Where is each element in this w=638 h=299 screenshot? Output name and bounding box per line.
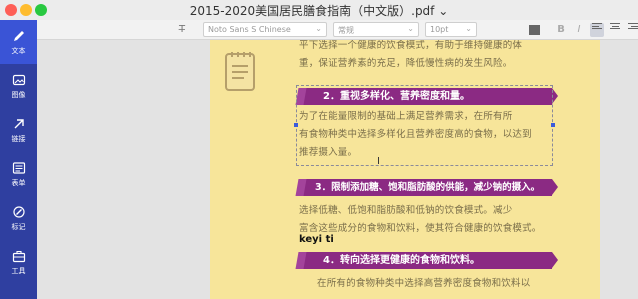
text-cursor-icon: I — [377, 156, 380, 167]
format-toolbar: T̶ Noto Sans S Chinese ⌄ 常规 ⌄ 10pt ⌄ B I — [37, 20, 638, 40]
title-bar: 2015-2020美国居民膳食指南（中文版）.pdf ⌄ — [0, 0, 638, 20]
marker-icon — [12, 205, 25, 218]
align-right-icon — [628, 23, 638, 32]
image-icon — [12, 74, 25, 85]
notepad-icon — [225, 52, 255, 91]
input-method-text: keyi ti — [299, 234, 334, 245]
sidebar: 文本 图像 链接 表单 标记 工具 — [0, 20, 37, 299]
sidebar-item-label: 链接 — [11, 134, 26, 143]
sidebar-item-label: 工具 — [11, 266, 26, 275]
text-color-swatch[interactable] — [529, 25, 540, 35]
italic-button[interactable]: I — [572, 23, 586, 37]
heading-banner-4[interactable]: 4．转向选择更健康的食物和饮料。 — [295, 252, 558, 269]
sidebar-item-image[interactable]: 图像 — [0, 64, 37, 108]
chevron-updown-icon: ⌄ — [315, 24, 322, 33]
pdf-page[interactable]: 平下选择一个健康的饮食模式，有助于维持健康的体 重，保证营养素的充足，降低慢性病… — [210, 40, 600, 299]
form-icon — [12, 161, 25, 174]
toolbox-icon — [12, 250, 25, 262]
font-family-value: Noto Sans S Chinese — [208, 25, 291, 34]
heading-text: 3．限制添加糖、饱和脂肪酸的供能，减少钠的摄入。 — [315, 182, 541, 193]
align-center-button[interactable] — [608, 23, 622, 37]
sidebar-item-marker[interactable]: 标记 — [0, 196, 37, 240]
text-selection-box[interactable] — [294, 85, 555, 166]
sidebar-item-label: 文本 — [11, 46, 26, 55]
sidebar-item-label: 图像 — [11, 90, 26, 99]
chevron-updown-icon: ⌄ — [465, 24, 472, 33]
banner-tip — [552, 252, 558, 268]
paragraph-intro[interactable]: 平下选择一个健康的饮食模式，有助于维持健康的体 重，保证营养素的充足，降低慢性病… — [299, 40, 522, 73]
banner-tab — [295, 252, 307, 269]
banner-tip — [552, 179, 558, 195]
banner-tab — [295, 179, 307, 196]
chevron-updown-icon: ⌄ — [407, 24, 414, 33]
sidebar-item-tools[interactable]: 工具 — [0, 240, 37, 284]
sidebar-item-form[interactable]: 表单 — [0, 152, 37, 196]
pencil-icon — [13, 30, 24, 41]
font-style-select[interactable]: 常规 ⌄ — [333, 22, 419, 37]
paragraph-limit[interactable]: 选择低糖、低饱和脂肪酸和低钠的饮食模式。减少 富含这些成分的食物和饮料，使其符合… — [299, 202, 542, 238]
text-tool-icon[interactable]: T̶ — [175, 23, 189, 37]
sidebar-item-label: 标记 — [11, 222, 26, 231]
align-right-button[interactable] — [626, 23, 638, 37]
resize-handle-left[interactable] — [294, 123, 298, 127]
align-left-icon — [592, 23, 602, 32]
heading-banner-3[interactable]: 3．限制添加糖、饱和脂肪酸的供能，减少钠的摄入。 — [295, 179, 558, 196]
resize-handle-right[interactable] — [551, 123, 555, 127]
window-title: 2015-2020美国居民膳食指南（中文版）.pdf ⌄ — [189, 4, 449, 18]
font-size-select[interactable]: 10pt ⌄ — [425, 22, 477, 37]
align-left-button[interactable] — [590, 23, 604, 37]
paragraph-healthier[interactable]: 在所有的食物种类中选择高营养密度食物和饮料以 — [317, 275, 530, 293]
align-center-icon — [610, 23, 620, 32]
heading-text: 4．转向选择更健康的食物和饮料。 — [323, 255, 480, 266]
font-size-value: 10pt — [430, 25, 449, 34]
bold-button[interactable]: B — [554, 23, 568, 37]
font-style-value: 常规 — [338, 26, 354, 35]
link-icon — [14, 118, 24, 128]
sidebar-item-text[interactable]: 文本 — [0, 20, 37, 64]
sidebar-item-label: 表单 — [11, 178, 26, 187]
document-canvas[interactable]: 平下选择一个健康的饮食模式，有助于维持健康的体 重，保证营养素的充足，降低慢性病… — [37, 40, 638, 299]
font-family-select[interactable]: Noto Sans S Chinese ⌄ — [203, 22, 327, 37]
sidebar-item-link[interactable]: 链接 — [0, 108, 37, 152]
